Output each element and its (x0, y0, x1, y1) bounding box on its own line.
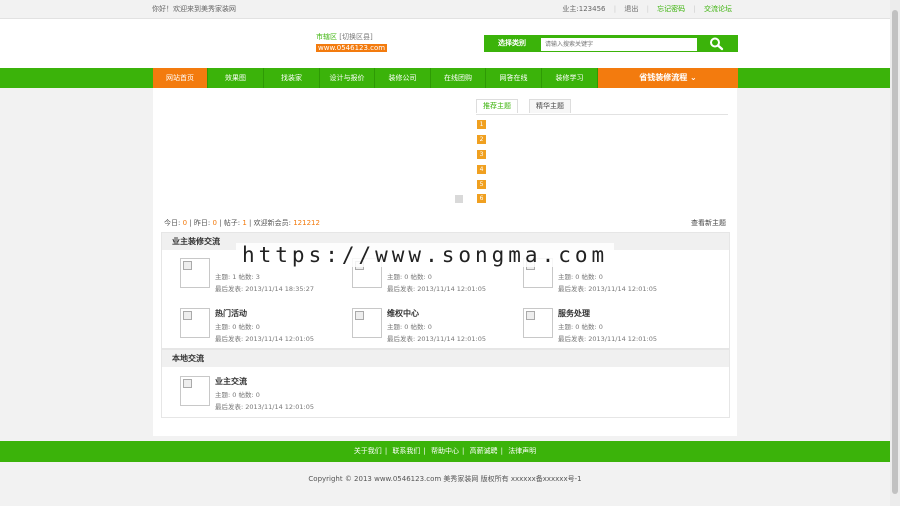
posts-count: 1 (242, 219, 247, 227)
site-header: 市辖区 [切换区县] www.0546123.com 选择类别 (0, 19, 890, 68)
new-member-link[interactable]: 121212 (293, 219, 320, 227)
rank-number: 6 (477, 194, 486, 203)
search-button[interactable] (696, 35, 738, 52)
forum-last-post: 最后发表: 2013/11/14 12:01:05 (558, 285, 657, 293)
forum-last-post: 最后发表: 2013/11/14 12:01:05 (215, 335, 314, 343)
broken-image-icon (183, 311, 192, 320)
yesterday-count: 0 (212, 219, 217, 227)
copyright: Copyright © 2013 www.0546123.com 美秀家装网 版… (308, 475, 582, 483)
welcome-label: 欢迎新会员: (253, 219, 291, 227)
search-input[interactable] (540, 37, 698, 52)
view-new-topics-link[interactable]: 查看新主题 (691, 218, 726, 228)
forum-last-post: 最后发表: 2013/11/14 12:01:05 (558, 335, 657, 343)
topic-tabs: 推荐主题 精华主题 (476, 97, 728, 115)
category-select[interactable]: 选择类别 (484, 35, 540, 52)
chevron-down-icon: ⌄ (690, 73, 697, 82)
forum-image (180, 308, 210, 338)
nav-design-quote[interactable]: 设计与报价 (320, 68, 375, 88)
footer-link-jobs[interactable]: 高薪诚聘 (470, 447, 498, 455)
switch-district-link[interactable]: [切换区县] (339, 33, 372, 41)
nav-qa[interactable]: 网答在线 (486, 68, 542, 88)
forum-image (180, 258, 210, 288)
forum-name[interactable]: 热门活动 (215, 308, 247, 319)
forum-last-post: 最后发表: 2013/11/14 18:35:27 (215, 285, 314, 293)
forum-counts: 主题: 0 帖数: 0 (558, 273, 603, 281)
main-nav: 网站首页 效果图 找装家 设计与报价 装修公司 在线团购 网答在线 装修学习 省… (0, 68, 890, 88)
forum-counts: 主题: 0 帖数: 0 (558, 323, 603, 331)
footer-link-help[interactable]: 帮助中心 (431, 447, 459, 455)
tab-featured[interactable]: 精华主题 (529, 99, 571, 113)
forum-last-post: 最后发表: 2013/11/14 12:01:05 (387, 285, 486, 293)
rank-number: 5 (477, 180, 486, 189)
nav-learning[interactable]: 装修学习 (542, 68, 598, 88)
forum-last-post: 最后发表: 2013/11/14 12:01:05 (215, 403, 314, 411)
scrollbar[interactable] (890, 0, 900, 506)
user-links: 业主:123456 | 退出 | 忘记密码 | 交流论坛 (556, 4, 732, 14)
broken-image-icon (526, 311, 535, 320)
forum-link[interactable]: 交流论坛 (704, 5, 732, 13)
footer-nav: 关于我们 | 联系我们 | 帮助中心 | 高薪诚聘 | 法律声明 (0, 441, 890, 462)
broken-image-icon (183, 261, 192, 270)
forum-counts: 主题: 0 帖数: 0 (387, 273, 432, 281)
rank-number: 2 (477, 135, 486, 144)
scrollbar-thumb[interactable] (892, 10, 898, 494)
forum-item[interactable]: 维权中心 主题: 0 帖数: 0 最后发表: 2013/11/14 12:01:… (352, 308, 522, 344)
section-title: 本地交流 (172, 354, 204, 363)
city-selector[interactable]: 市辖区 [切换区县] (316, 32, 373, 42)
logout-link[interactable]: 退出 (624, 5, 638, 13)
broken-image-icon (183, 379, 192, 388)
forum-image (180, 376, 210, 406)
section-title: 业主装修交流 (172, 237, 220, 246)
nav-home[interactable]: 网站首页 (153, 68, 208, 88)
tab-recommended[interactable]: 推荐主题 (476, 99, 518, 113)
forum-stats: 今日: 0 | 昨日: 0 | 帖子: 1 | 欢迎新会员: 121212 (164, 219, 320, 227)
cta-label: 省钱装修流程 (639, 73, 688, 82)
footer-link-legal[interactable]: 法律声明 (508, 447, 536, 455)
forum-last-post: 最后发表: 2013/11/14 12:01:05 (387, 335, 486, 343)
forum-counts: 主题: 0 帖数: 0 (387, 323, 432, 331)
nav-companies[interactable]: 装修公司 (375, 68, 431, 88)
search-bar: 选择类别 (484, 35, 738, 52)
rank-number: 3 (477, 150, 486, 159)
footer-link-about[interactable]: 关于我们 (354, 447, 382, 455)
yesterday-label: 昨日: (193, 219, 211, 227)
forum-item[interactable]: 业主交流 主题: 0 帖数: 0 最后发表: 2013/11/14 12:01:… (180, 376, 350, 412)
search-icon (710, 37, 724, 51)
nav-renderings[interactable]: 效果图 (208, 68, 264, 88)
nav-group-buy[interactable]: 在线团购 (431, 68, 486, 88)
rank-number: 1 (477, 120, 486, 129)
greeting-text: 你好！欢迎来到美秀家装网 (152, 5, 236, 13)
forum-name[interactable]: 服务处理 (558, 308, 590, 319)
footer-link-contact[interactable]: 联系我们 (392, 447, 420, 455)
site-domain: www.0546123.com (316, 44, 388, 52)
nav-find-home[interactable]: 找装家 (264, 68, 320, 88)
forum-name[interactable]: 维权中心 (387, 308, 419, 319)
forum-image (523, 308, 553, 338)
today-label: 今日: (164, 219, 181, 227)
forum-counts: 主题: 1 帖数: 3 (215, 273, 260, 281)
posts-label: 帖子: (223, 219, 241, 227)
today-count: 0 (182, 219, 188, 227)
watermark: https://www.songma.com (236, 243, 615, 267)
forgot-password-link[interactable]: 忘记密码 (657, 5, 685, 13)
section-header: 本地交流 (161, 349, 730, 368)
rank-number: 4 (477, 165, 486, 174)
forum-image (352, 308, 382, 338)
forum-name[interactable]: 业主交流 (215, 376, 247, 387)
divider: | (646, 5, 649, 13)
top-bar: 你好！欢迎来到美秀家装网 业主:123456 | 退出 | 忘记密码 | 交流论… (0, 0, 890, 19)
forum-grid: 业主交流 主题: 0 帖数: 0 最后发表: 2013/11/14 12:01:… (161, 367, 730, 418)
forum-counts: 主题: 0 帖数: 0 (215, 323, 260, 331)
nav-process-cta[interactable]: 省钱装修流程 ⌄ (598, 68, 738, 88)
slider-control[interactable] (455, 195, 463, 203)
forum-item[interactable]: 服务处理 主题: 0 帖数: 0 最后发表: 2013/11/14 12:01:… (523, 308, 693, 344)
username-link[interactable]: 业主:123456 (562, 5, 605, 13)
divider: | (613, 5, 617, 13)
city-name: 市辖区 (316, 33, 337, 41)
broken-image-icon (355, 311, 364, 320)
forum-counts: 主题: 0 帖数: 0 (215, 391, 260, 399)
divider: | (693, 5, 696, 13)
forum-item[interactable]: 热门活动 主题: 0 帖数: 0 最后发表: 2013/11/14 12:01:… (180, 308, 350, 344)
